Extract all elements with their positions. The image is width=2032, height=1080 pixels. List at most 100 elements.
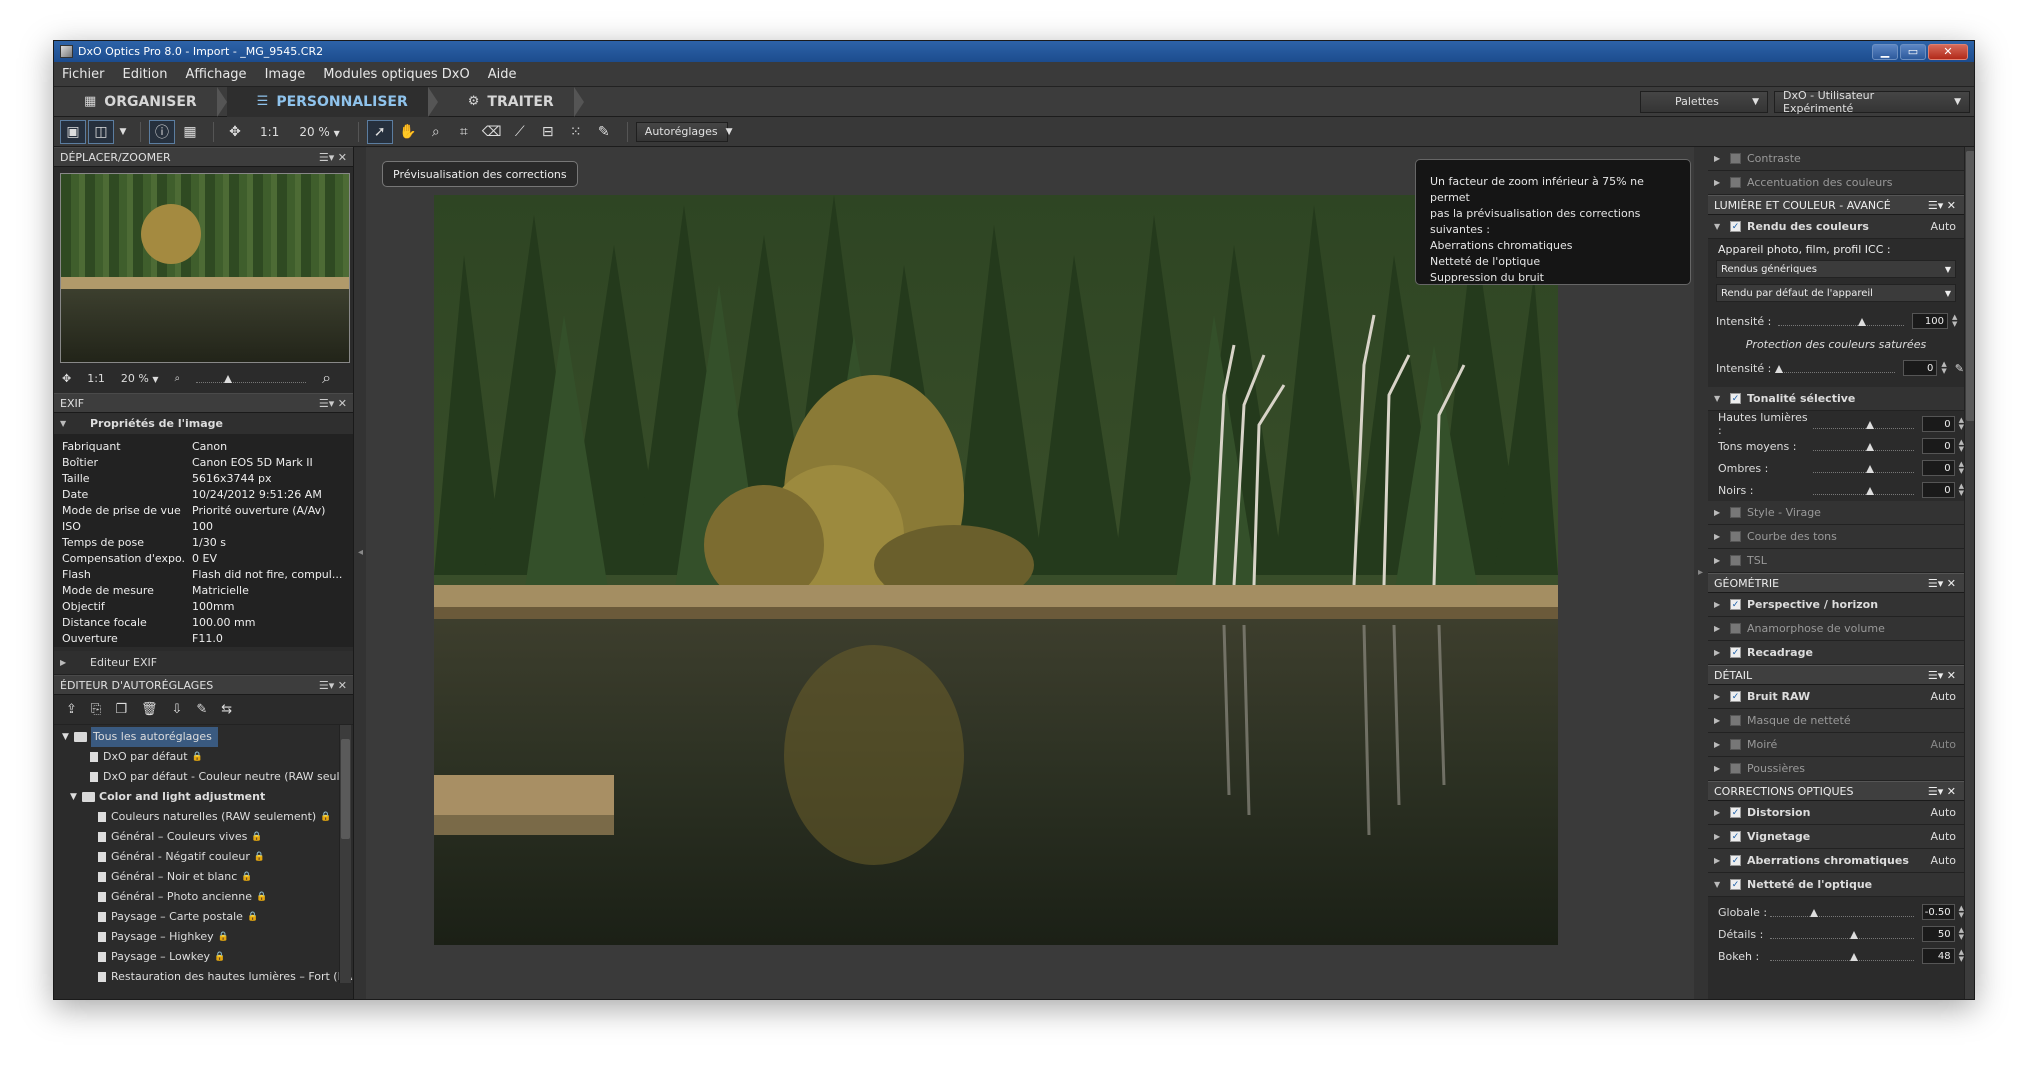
zoom-dropdown[interactable]: 20 % ▼	[121, 372, 159, 385]
photo[interactable]	[434, 195, 1558, 945]
checkbox[interactable]: ✓	[1730, 599, 1741, 610]
adjust-slider[interactable]	[1813, 441, 1915, 451]
panel-menu-close-icon[interactable]: ☰▾ ✕	[319, 679, 347, 692]
left-splitter[interactable]: ◂	[354, 147, 366, 999]
rendering-category-select[interactable]: Rendus génériques ▼	[1716, 260, 1956, 278]
exif-section[interactable]: ▼ Propriétés de l'image	[54, 413, 353, 435]
collapse-right-icon[interactable]: ▸	[1698, 567, 1703, 578]
panel-menu-close-icon[interactable]: ☰▾ ✕	[1928, 199, 1956, 212]
checkbox[interactable]: ✓	[1730, 831, 1741, 842]
fit-move-icon[interactable]: ✥	[62, 372, 71, 385]
tab-traiter[interactable]: ⚙ TRAITER	[438, 87, 574, 117]
import-preset-icon[interactable]: ⇪	[66, 702, 77, 717]
collapse-left-icon[interactable]: ◂	[358, 547, 363, 558]
eyedropper-icon[interactable]: ✎	[1955, 362, 1964, 375]
rendering-profile-select[interactable]: Rendu par défaut de l'appareil ▼	[1716, 284, 1956, 302]
tree-item[interactable]: Paysage – Highkey 🔒	[54, 927, 353, 947]
panel-menu-close-icon[interactable]: ☰▾ ✕	[1928, 669, 1956, 682]
section-rendu[interactable]: ▼ ✓ Rendu des couleurs Auto	[1708, 215, 1964, 239]
adjust-slider[interactable]	[1770, 907, 1914, 917]
arrow-pointer-icon[interactable]: ➚	[366, 119, 393, 144]
checkbox[interactable]: ✓	[1730, 221, 1741, 232]
checkbox[interactable]: ✓	[1730, 879, 1741, 890]
tree-item[interactable]: DxO par défaut 🔒	[54, 747, 353, 767]
section-item[interactable]: ▶ TSL	[1708, 549, 1964, 573]
scrollbar-thumb[interactable]	[341, 739, 350, 839]
slider-knob[interactable]	[1775, 365, 1783, 373]
zoom-1-1-button[interactable]: 1:1	[87, 372, 105, 385]
section-item[interactable]: ▶ ✓ Perspective / horizon	[1708, 593, 1964, 617]
slider-value[interactable]: 48	[1921, 948, 1955, 964]
section-nettete[interactable]: ▼ ✓ Netteté de l'optique	[1708, 873, 1964, 897]
intensity-value[interactable]: 100	[1912, 313, 1948, 329]
spinner[interactable]: ▲ ▼	[1941, 361, 1946, 375]
section-contraste[interactable]: ▶ Contraste	[1708, 147, 1964, 171]
compare-view-icon[interactable]: ◫	[88, 119, 114, 144]
slider-value[interactable]: 50	[1921, 926, 1955, 942]
tree-item[interactable]: Couleurs naturelles (RAW seulement) 🔒	[54, 807, 353, 827]
crop-icon[interactable]: ⌗	[451, 120, 477, 144]
slider-value[interactable]: 0	[1922, 416, 1955, 432]
tree-root[interactable]: ▼ Tous les autoréglages	[54, 727, 353, 747]
minimize-button[interactable]: ▁	[1872, 43, 1898, 60]
menu-image[interactable]: Image	[265, 67, 306, 82]
slider-knob[interactable]	[1850, 931, 1859, 939]
tab-organiser[interactable]: ▦ ORGANISER	[54, 87, 217, 117]
delete-preset-icon[interactable]: 🗑	[141, 702, 158, 717]
info-icon[interactable]: ⓘ	[149, 119, 175, 144]
adjust-slider[interactable]	[1813, 485, 1915, 495]
slider-value[interactable]: 0	[1922, 482, 1955, 498]
intensity2-value[interactable]: 0	[1902, 360, 1938, 376]
tree-item[interactable]: DxO par défaut - Couleur neutre (RAW seu…	[54, 767, 353, 787]
section-item[interactable]: ▶ Poussières	[1708, 757, 1964, 781]
tab-personnaliser[interactable]: ☰ PERSONNALISER	[226, 86, 428, 117]
adjust-slider[interactable]	[1813, 463, 1915, 473]
checkbox[interactable]	[1730, 763, 1741, 774]
section-item[interactable]: ▶ Moiré Auto	[1708, 733, 1964, 757]
panel-menu-close-icon[interactable]: ☰▾ ✕	[1928, 577, 1956, 590]
section-accentuation[interactable]: ▶ Accentuation des couleurs	[1708, 171, 1964, 195]
zoom-slider[interactable]	[196, 373, 307, 383]
panel-menu-close-icon[interactable]: ☰▾ ✕	[319, 397, 347, 410]
spinner[interactable]: ▲ ▼	[1952, 314, 1957, 328]
tree-item[interactable]: Général - Négatif couleur 🔒	[54, 847, 353, 867]
zoom-1-1-button[interactable]: 1:1	[260, 125, 279, 139]
slider-knob[interactable]	[224, 375, 233, 383]
horizon-icon[interactable]: ⊟	[535, 120, 561, 144]
checkbox[interactable]	[1730, 531, 1741, 542]
section-item[interactable]: ▶ ✓ Bruit RAW Auto	[1708, 685, 1964, 709]
slider-value[interactable]: 0	[1922, 438, 1955, 454]
checkbox[interactable]	[1730, 153, 1741, 164]
section-item[interactable]: ▶ ✓ Recadrage	[1708, 641, 1964, 665]
fit-move-icon[interactable]: ✥	[222, 120, 248, 144]
slider-knob[interactable]	[1858, 318, 1866, 326]
slider-value[interactable]: 0	[1922, 460, 1955, 476]
panel-menu-close-icon[interactable]: ☰▾ ✕	[319, 151, 347, 164]
duplicate-preset-icon[interactable]: ❐	[115, 702, 127, 717]
eyedropper-icon[interactable]: ✎	[591, 120, 617, 144]
checkbox[interactable]: ✓	[1730, 807, 1741, 818]
tree-item[interactable]: Paysage – Carte postale 🔒	[54, 907, 353, 927]
checkbox[interactable]: ✓	[1730, 855, 1741, 866]
navigator-thumbnail[interactable]	[60, 173, 350, 363]
tree-item[interactable]: Restauration des hautes lumières – Fort …	[54, 967, 353, 983]
right-scrollbar[interactable]	[1964, 147, 1974, 999]
slider-knob[interactable]	[1866, 443, 1875, 451]
section-item[interactable]: ▶ ✓ Distorsion Auto	[1708, 801, 1964, 825]
slider-knob[interactable]	[1866, 421, 1875, 429]
maximize-button[interactable]: ▭	[1900, 43, 1926, 60]
slider-knob[interactable]	[1850, 953, 1859, 961]
checkbox[interactable]: ✓	[1730, 393, 1741, 404]
section-item[interactable]: ▶ ✓ Aberrations chromatiques Auto	[1708, 849, 1964, 873]
intensity-slider[interactable]	[1778, 316, 1904, 326]
menu-modules[interactable]: Modules optiques DxO	[323, 67, 469, 82]
tree-item[interactable]: Général – Noir et blanc 🔒	[54, 867, 353, 887]
section-item[interactable]: ▶ Courbe des tons	[1708, 525, 1964, 549]
chevron-down-icon[interactable]: ▼	[116, 120, 130, 144]
single-view-icon[interactable]: ▣	[60, 119, 86, 144]
eraser-icon[interactable]: ⌫	[479, 120, 505, 144]
section-item[interactable]: ▶ Style - Virage	[1708, 501, 1964, 525]
tree-item[interactable]: Général – Photo ancienne 🔒	[54, 887, 353, 907]
grid-overlay-icon[interactable]: ▦	[177, 120, 203, 144]
slider-value[interactable]: -0.50	[1921, 904, 1955, 920]
